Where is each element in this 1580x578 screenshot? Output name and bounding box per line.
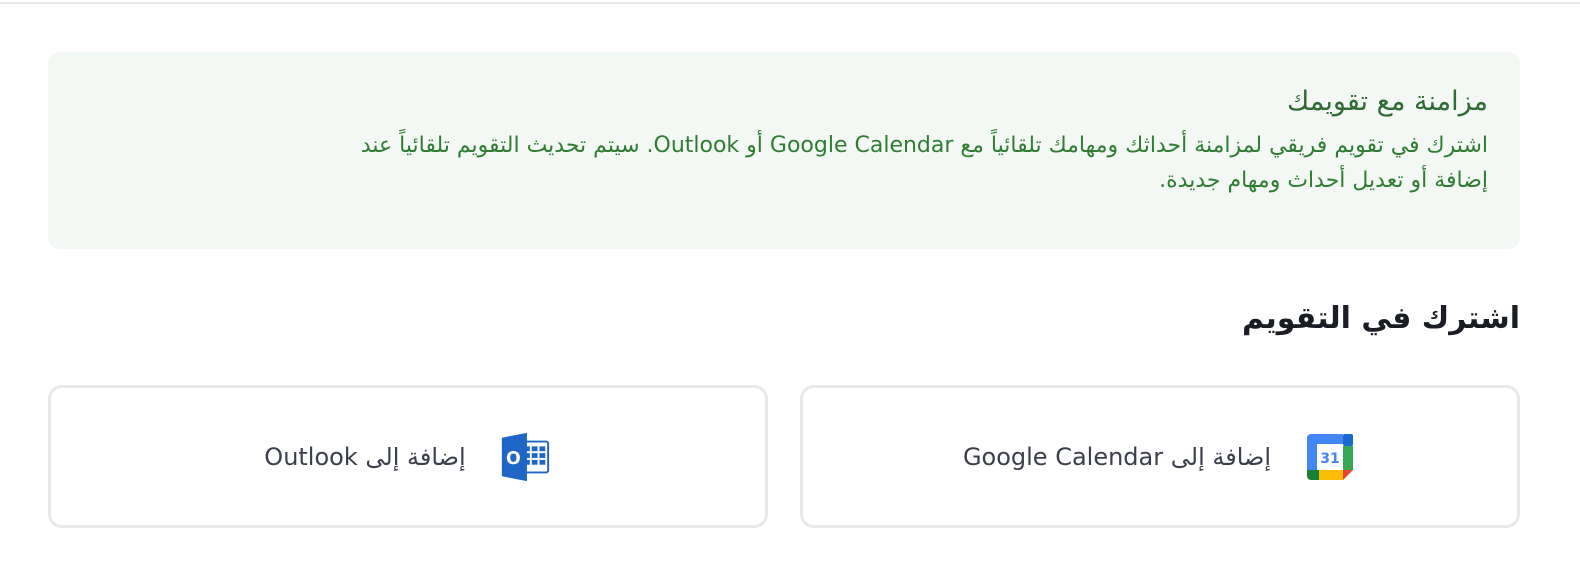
section-title: اشترك في التقويم — [1241, 301, 1520, 336]
outlook-label: إضافة إلى Outlook — [264, 442, 466, 471]
google-calendar-icon-text: 31 — [1320, 451, 1339, 467]
banner-description: اشترك في تقويم فريقي لمزامنة أحداثك ومها… — [78, 128, 1488, 198]
outlook-icon-text: O — [506, 448, 521, 468]
add-to-outlook-button[interactable]: O إضافة إلى Outlook — [48, 385, 768, 528]
banner-description-line-2: إضافة أو تعديل أحداث ومهام جديدة. — [1159, 168, 1488, 193]
banner-title: مزامنة مع تقويمك — [1287, 86, 1488, 117]
sync-info-banner: مزامنة مع تقويمك اشترك في تقويم فريقي لم… — [48, 52, 1520, 249]
add-to-google-calendar-button[interactable]: 31 إضافة إلى Google Calendar — [800, 385, 1520, 528]
banner-description-line-1: اشترك في تقويم فريقي لمزامنة أحداثك ومها… — [360, 133, 1488, 158]
google-calendar-label: إضافة إلى Google Calendar — [962, 442, 1272, 471]
outlook-icon: O — [498, 430, 552, 484]
top-divider — [0, 0, 1580, 4]
google-calendar-icon: 31 — [1303, 430, 1357, 484]
